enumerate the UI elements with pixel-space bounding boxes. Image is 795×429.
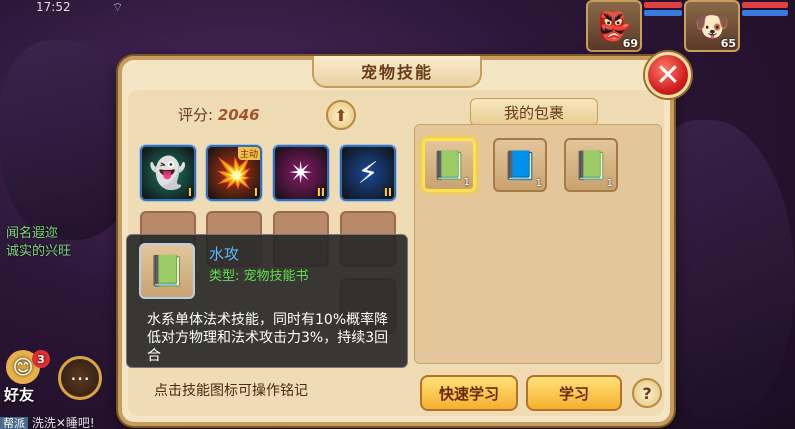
bag-item[interactable]: 📘 1 bbox=[493, 138, 547, 192]
burst-skill-icon: ✴ bbox=[288, 155, 314, 191]
portrait-level: 69 bbox=[622, 37, 638, 50]
item-count: 1 bbox=[463, 177, 470, 188]
hint-text: 点击技能图标可操作铭记 bbox=[154, 383, 308, 399]
friend-label: 好友 bbox=[4, 386, 35, 404]
tooltip-description: 水系单体法术技能，同时有10%概率降低对方物理和法术攻击力3%，持续3回合 bbox=[147, 312, 389, 364]
mp-bar bbox=[644, 10, 682, 16]
ghost-skill-icon: 👻 bbox=[149, 155, 187, 191]
wifi-icon: ⌔ bbox=[112, 0, 124, 14]
friend-badge: 3 bbox=[32, 350, 50, 368]
question-icon: ? bbox=[642, 383, 652, 403]
skill-slot[interactable]: 💥 主动 I bbox=[206, 145, 262, 201]
close-button[interactable]: ✕ bbox=[645, 52, 691, 98]
skill-tier: I bbox=[187, 186, 192, 199]
skill-book-icon: 📗 bbox=[573, 148, 609, 182]
dog-portrait[interactable]: 🐶 65 bbox=[684, 0, 740, 52]
player-title: 闻名遐迩 bbox=[6, 226, 59, 241]
portrait-level: 65 bbox=[720, 37, 736, 50]
help-button[interactable]: ? bbox=[632, 378, 662, 408]
skill-book-icon: 📗 bbox=[431, 148, 467, 182]
score-label: 评分: bbox=[178, 106, 214, 124]
lightning-skill-icon: ⚡ bbox=[357, 155, 379, 191]
chat-message: 洗洗✕睡吧! bbox=[31, 416, 95, 429]
item-tooltip: 📗 水攻 类型: 宠物技能书 水系单体法术技能，同时有10%概率降低对方物理和法… bbox=[126, 234, 408, 368]
upgrade-button[interactable]: ⬆ bbox=[326, 100, 356, 130]
skill-book-icon: 📗 bbox=[139, 243, 195, 299]
skill-slot[interactable]: ✴ II bbox=[273, 145, 329, 201]
monkey-portrait[interactable]: 👺 69 bbox=[586, 0, 642, 52]
active-tag: 主动 bbox=[237, 147, 260, 160]
learn-button[interactable]: 学习 bbox=[526, 375, 622, 411]
bag-item[interactable]: 📗 1 bbox=[564, 138, 618, 192]
mp-bar bbox=[742, 10, 788, 16]
score-value: 2046 bbox=[217, 106, 260, 124]
panel-title: 宠物技能 bbox=[312, 56, 482, 88]
quick-learn-button[interactable]: 快速学习 bbox=[420, 375, 518, 411]
chat-bubble-icon: ⋯ bbox=[70, 366, 90, 390]
skill-tier: I bbox=[253, 186, 258, 199]
hp-bar bbox=[742, 2, 788, 8]
item-count: 1 bbox=[535, 178, 542, 189]
friend-button[interactable]: 😊 3 好友 bbox=[0, 350, 52, 410]
chat-line[interactable]: 帮派 洗洗✕睡吧! bbox=[0, 414, 95, 429]
tooltip-item-type: 类型: 宠物技能书 bbox=[209, 269, 309, 284]
chat-button[interactable]: ⋯ bbox=[58, 356, 102, 400]
skill-slot[interactable]: 👻 I bbox=[140, 145, 196, 201]
explosion-skill-icon: 💥 bbox=[215, 155, 253, 191]
skill-tier: II bbox=[316, 186, 325, 199]
skill-slot[interactable]: ⚡ II bbox=[340, 145, 396, 201]
skill-tier: II bbox=[383, 186, 392, 199]
bag-title: 我的包裹 bbox=[470, 98, 598, 126]
item-count: 1 bbox=[606, 178, 613, 189]
bag-item[interactable]: 📗 1 bbox=[422, 138, 476, 192]
close-icon: ✕ bbox=[655, 57, 681, 93]
hp-bar bbox=[644, 2, 682, 8]
chat-channel-tag: 帮派 bbox=[0, 417, 28, 429]
status-time: 17:52 bbox=[36, 0, 71, 14]
skill-book-icon: 📘 bbox=[502, 148, 538, 182]
score: 评分: 2046 bbox=[178, 104, 260, 125]
player-name: 诚实的兴旺 bbox=[6, 244, 72, 259]
tooltip-item-name: 水攻 bbox=[209, 245, 240, 263]
arrow-up-icon: ⬆ bbox=[334, 105, 348, 125]
